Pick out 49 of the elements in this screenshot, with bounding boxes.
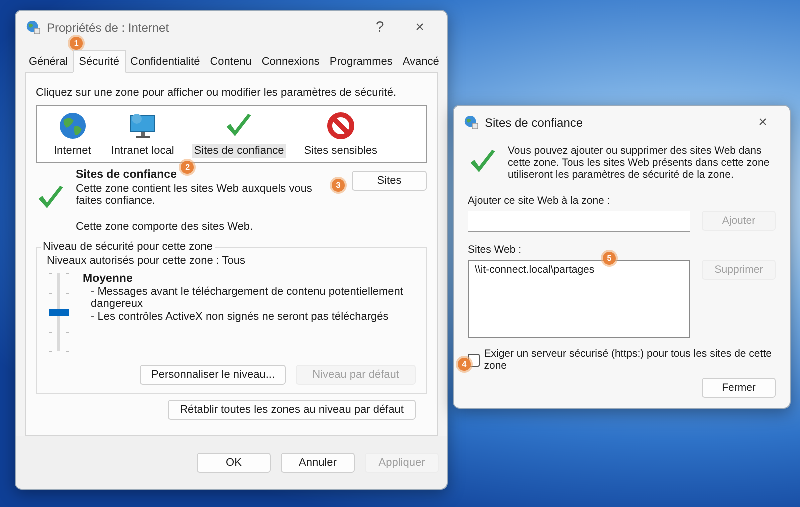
close-button[interactable]: × — [403, 19, 437, 36]
description-text: Vous pouvez ajouter ou supprimer des sites Web dans cette zone. Tous les sites Web présents dans cette zone utiliseront les paramètres de sécurité de la zone. — [508, 145, 771, 181]
allowed-levels-text: Niveaux autorisés pour cette zone : Tous — [47, 255, 247, 267]
push-button[interactable]: Sites — [352, 171, 427, 191]
zone-description: Cette zone contient les sites Web auxquels vous faites confiance. — [76, 183, 314, 207]
step-badge: 4 — [458, 358, 471, 371]
zone-item[interactable]: Sites de confiance — [189, 110, 290, 159]
zone-item[interactable]: Internet — [49, 110, 96, 159]
list-item[interactable]: \\it-connect.local\partages — [475, 264, 595, 276]
tab[interactable]: Général — [24, 52, 74, 72]
input-field[interactable] — [468, 211, 690, 232]
push-button[interactable]: Personnaliser le niveau... — [140, 365, 286, 385]
zone-note: Cette zone comporte des sites Web. — [76, 221, 254, 233]
level-name: Moyenne — [83, 273, 134, 285]
window-title: Propriétés de : Internet — [47, 20, 170, 34]
prohibited-icon — [326, 111, 356, 141]
tab[interactable]: Confidentialité — [126, 52, 206, 72]
zone-item[interactable]: Sites sensibles — [299, 110, 383, 159]
tab[interactable]: Avancé — [398, 52, 444, 72]
zone-item[interactable]: Intranet local — [106, 110, 180, 159]
push-button[interactable]: OK — [197, 452, 271, 472]
field-label: Sites Web : — [468, 244, 522, 256]
globe-icon — [58, 111, 88, 141]
help-button[interactable]: ? — [363, 19, 397, 36]
instruction-text: Cliquez sur une zone pour afficher ou modifier les paramètres de sécurité. — [36, 87, 398, 99]
window-title: Sites de confiance — [485, 116, 584, 130]
push-button[interactable]: Rétablir toutes les zones au niveau par défaut — [168, 400, 416, 420]
sites-list[interactable]: \\it-connect.local\partages — [468, 260, 690, 338]
step-badge: 3 — [332, 179, 345, 192]
step-badge: 5 — [603, 252, 616, 265]
zone-title: Sites de confiance — [76, 169, 178, 181]
group-legend: Niveau de sécurité pour cette zone — [41, 241, 215, 253]
globe-app-icon — [26, 20, 41, 35]
push-button[interactable]: Annuler — [281, 452, 355, 472]
level-description: - Messages avant le téléchargement de contenu potentiellement dangereux — [90, 286, 404, 310]
close-button[interactable]: × — [746, 114, 780, 131]
tab[interactable]: Contenu — [205, 52, 257, 72]
level-description: - Les contrôles ActiveX non signés ne seront pas téléchargés — [90, 311, 390, 323]
globe-app-icon — [464, 115, 479, 130]
step-badge: 2 — [181, 161, 194, 174]
checkbox-label: Exiger un serveur sécurisé (https:) pour tous les sites de cette zone — [484, 348, 773, 372]
push-button[interactable]: Fermer — [702, 378, 776, 398]
tab[interactable]: Sécurité — [73, 50, 126, 73]
monitor-icon — [128, 111, 158, 141]
step-badge: 1 — [70, 37, 84, 50]
tab[interactable]: Programmes — [324, 52, 398, 72]
security-slider[interactable] — [47, 273, 71, 351]
tab[interactable]: Connexions — [256, 52, 325, 72]
field-label: Ajouter ce site Web à la zone : — [468, 195, 612, 207]
